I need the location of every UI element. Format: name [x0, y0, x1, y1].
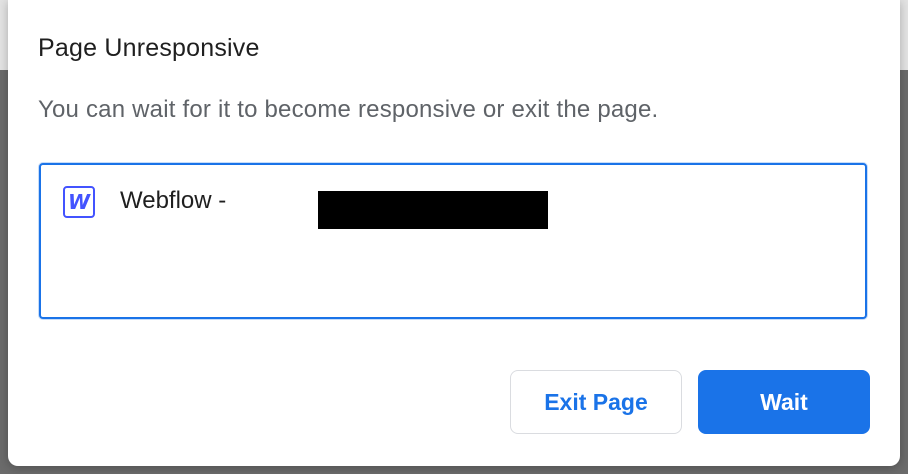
dialog-message: You can wait for it to become responsive… — [38, 96, 659, 123]
webflow-logo-icon: W — [63, 186, 95, 218]
tab-title: Webflow - — [120, 187, 548, 229]
page-unresponsive-dialog: Page Unresponsive You can wait for it to… — [8, 0, 900, 466]
wait-button[interactable]: Wait — [698, 370, 870, 434]
unresponsive-tab-list[interactable]: W Webflow - — [39, 163, 867, 319]
exit-page-button[interactable]: Exit Page — [510, 370, 682, 434]
dialog-title: Page Unresponsive — [38, 34, 260, 62]
tab-title-prefix: Webflow - — [120, 187, 227, 214]
redacted-title-block — [318, 191, 548, 229]
